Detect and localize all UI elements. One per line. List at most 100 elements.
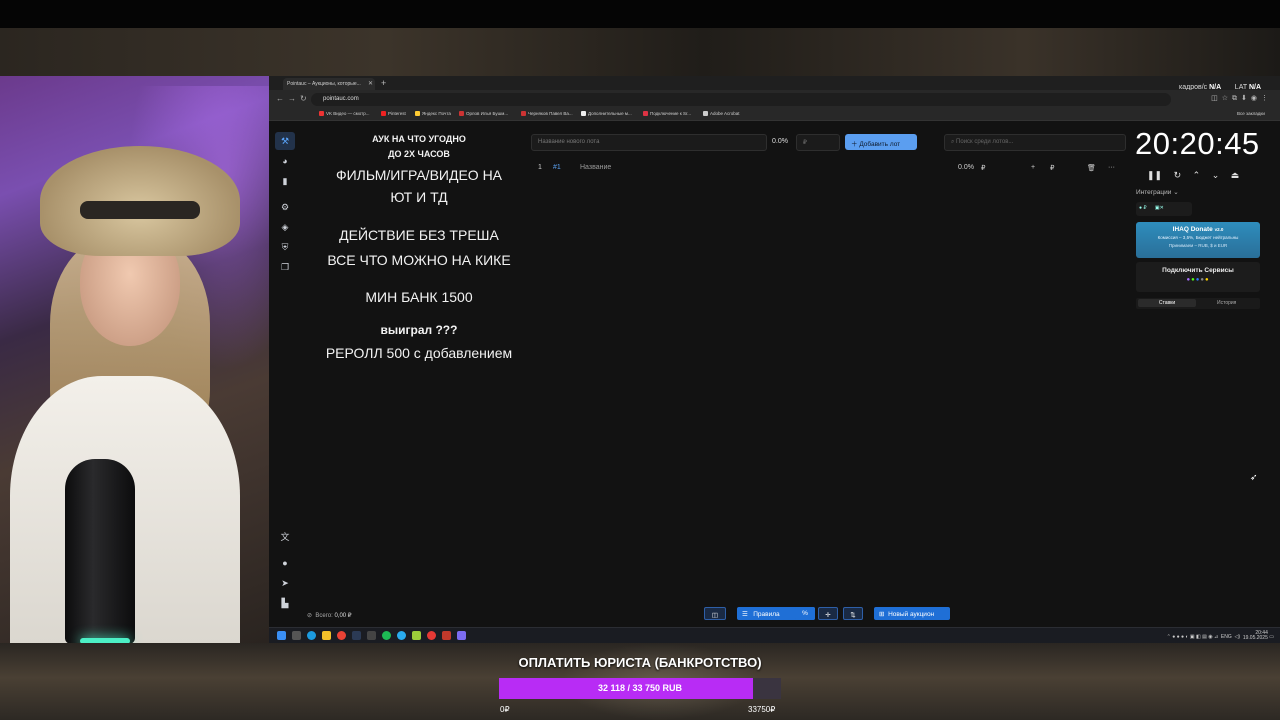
grid-icon: ⊞: [879, 611, 885, 618]
auction-icon[interactable]: ⚒: [275, 132, 295, 150]
new-tab-icon[interactable]: +: [381, 78, 386, 88]
connect-services-button[interactable]: Подключить Сервисы ●●●●●: [1136, 262, 1260, 292]
decrease-icon[interactable]: ⌄: [1212, 170, 1220, 180]
stats-icon[interactable]: ▮: [275, 172, 295, 190]
browser-tab[interactable]: Pointauc – Аукционы, которые... ✕: [283, 78, 375, 90]
bookmark-item[interactable]: Орлов Илья Бушм...: [459, 111, 508, 116]
browser-window: Pointauc – Аукционы, которые... ✕ + кадр…: [269, 76, 1280, 643]
search-icon: ⌕: [951, 139, 955, 145]
more-icon[interactable]: ···: [1108, 164, 1115, 171]
app-icon[interactable]: [412, 631, 421, 640]
explorer-icon[interactable]: [322, 631, 331, 640]
trash-icon[interactable]: 🗑: [1087, 164, 1096, 172]
back-icon[interactable]: ←: [276, 94, 284, 103]
telegram-icon[interactable]: ➤: [275, 574, 295, 592]
chrome-icon[interactable]: [337, 631, 346, 640]
shield-icon[interactable]: ⛨: [275, 238, 295, 256]
tab-history[interactable]: История: [1217, 300, 1236, 306]
eye-off-icon[interactable]: ⊘: [307, 613, 312, 619]
lot-amount-field[interactable]: ₽: [981, 164, 985, 172]
tab-stakes[interactable]: Ставки: [1138, 299, 1196, 307]
bookmark-item[interactable]: Adobe Acrobat: [703, 111, 740, 116]
all-bookmarks[interactable]: Все закладки: [1237, 111, 1265, 116]
browser-toolbar: ← → ↻ pointauc.com ◫☆⧉⬇◉⋮: [269, 90, 1280, 109]
chevron-down-icon: ⌄: [1173, 189, 1179, 196]
double-up-icon[interactable]: ⏏: [1231, 170, 1240, 180]
task-view-icon[interactable]: [292, 631, 301, 640]
integration-toggles[interactable]: ● ₽ ▣✕: [1136, 202, 1192, 216]
bookmark-item[interactable]: Яндекс Почта: [415, 111, 451, 116]
github-icon[interactable]: ●: [275, 554, 295, 572]
stakes-tabs: Ставки История: [1136, 298, 1260, 309]
tab-bar: Pointauc – Аукционы, которые... ✕ +: [269, 76, 1280, 90]
address-bar[interactable]: pointauc.com: [311, 93, 1171, 106]
extension-icons[interactable]: ◫☆⧉⬇◉⋮: [1211, 94, 1272, 103]
bookmark-item[interactable]: Pinterest: [381, 111, 406, 116]
bookmark-item[interactable]: Подключение к Sr...: [643, 111, 691, 116]
reset-icon[interactable]: ↻: [1174, 170, 1182, 180]
donate-service-card[interactable]: IHAQ Donate v2.0 Комиссия – 3,5%, Бюджет…: [1136, 222, 1260, 258]
spotify-icon[interactable]: [382, 631, 391, 640]
goal-min-label: 0₽: [500, 705, 510, 714]
fullscreen-icon[interactable]: ◫: [704, 607, 726, 620]
new-auction-button[interactable]: ⊞ Новый аукцион: [874, 607, 950, 620]
plus-icon[interactable]: +: [1031, 164, 1035, 171]
stream-frame: Pointauc – Аукционы, которые... ✕ + кадр…: [0, 0, 1280, 720]
bookmark-item[interactable]: VK Видео — смотр...: [319, 111, 369, 116]
wheel-icon[interactable]: ◕: [275, 152, 295, 170]
sort-icon[interactable]: ⇅: [843, 607, 863, 620]
steam-icon[interactable]: [352, 631, 361, 640]
goal-title: ОПЛАТИТЬ ЮРИСТА (БАНКРОТСТВО): [518, 655, 762, 670]
lot-amount-input[interactable]: ₽: [796, 134, 840, 151]
list-icon: ☰: [742, 611, 748, 618]
pointauc-app: ⚒ ◕ ▮ ⚙ ◈ ⛨ ❐ 文 ● ➤ ▙ АУК НА ЧТО УГОДНО …: [269, 122, 1280, 627]
auction-rules: АУК НА ЧТО УГОДНО ДО 2Х ЧАСОВ ФИЛЬМ/ИГРА…: [325, 134, 513, 361]
app-icon[interactable]: [427, 631, 436, 640]
bookmark-item[interactable]: Дополнительные м...: [581, 111, 632, 116]
system-tray: ⌃ ● ● ● ◐ ▣ ◧ ▤ ◉ ⊿ ENG ◁) 20:44 19.05.20…: [1166, 630, 1274, 641]
reload-icon[interactable]: ↻: [300, 94, 307, 103]
background-scene-top: [0, 28, 1280, 76]
side-nav: ⚒ ◕ ▮ ⚙ ◈ ⛨ ❐ 文 ● ➤ ▙: [275, 130, 295, 620]
goal-progress-text: 32 118 / 33 750 RUB: [597, 683, 683, 693]
total-sum: ⊘ Всего: 0,00 ₽: [307, 613, 352, 619]
translate-icon[interactable]: 文: [275, 528, 295, 546]
percent-icon[interactable]: %: [795, 607, 815, 620]
webcam-feed: [0, 76, 269, 643]
tray-icons[interactable]: ⌃ ● ● ● ◐ ▣ ◧ ▤ ◉ ⊿: [1167, 634, 1219, 640]
increase-icon[interactable]: ⌃: [1193, 170, 1201, 180]
auction-timer: 20:20:45: [1135, 126, 1260, 161]
move-icon[interactable]: ✛: [818, 607, 838, 620]
goal-max-label: 33750₽: [748, 705, 776, 714]
timer-controls: ❚❚ ↻ ⌃ ⌄ ⏏: [1147, 170, 1239, 181]
notification-icon[interactable]: ▭: [1269, 634, 1274, 640]
lot-percent: 0.0%: [772, 138, 788, 145]
clock[interactable]: 20:44 19.05.2025: [1243, 631, 1268, 641]
gear-icon[interactable]: ⚙: [275, 198, 295, 216]
history-icon[interactable]: ❐: [275, 258, 295, 276]
bookmarks-bar: VK Видео — смотр... Pinterest Яндекс Поч…: [269, 109, 1280, 121]
donate-icon[interactable]: ▙: [275, 594, 295, 612]
volume-icon[interactable]: ◁): [1235, 634, 1241, 640]
plus-icon: ＋: [851, 141, 858, 148]
start-icon[interactable]: [277, 631, 286, 640]
layers-icon[interactable]: ◈: [275, 218, 295, 236]
pause-icon[interactable]: ❚❚: [1147, 170, 1162, 180]
microphone: [65, 459, 135, 643]
windows-taskbar: ⌃ ● ● ● ◐ ▣ ◧ ▤ ◉ ⊿ ENG ◁) 20:44 19.05.20…: [269, 627, 1280, 643]
lot-search-input[interactable]: ⌕ Поиск среди лотов...: [944, 134, 1126, 151]
integrations-dropdown[interactable]: Интеграции ⌄: [1136, 188, 1179, 196]
app-icon[interactable]: [367, 631, 376, 640]
close-tab-icon[interactable]: ✕: [368, 80, 373, 87]
mouse-cursor: ➶: [1250, 472, 1258, 482]
lot-name-field[interactable]: Название: [580, 164, 611, 171]
edge-icon[interactable]: [307, 631, 316, 640]
app-icon[interactable]: [442, 631, 451, 640]
lot-name-input[interactable]: Название нового лота: [531, 134, 767, 151]
bookmark-item[interactable]: Черняков Павел Ва...: [521, 111, 573, 116]
add-lot-button[interactable]: ＋ Добавить лот: [845, 134, 917, 150]
app-icon[interactable]: [457, 631, 466, 640]
forward-icon[interactable]: →: [288, 94, 296, 103]
telegram-icon[interactable]: [397, 631, 406, 640]
goal-progress-bar: 32 118 / 33 750 RUB: [499, 678, 781, 699]
